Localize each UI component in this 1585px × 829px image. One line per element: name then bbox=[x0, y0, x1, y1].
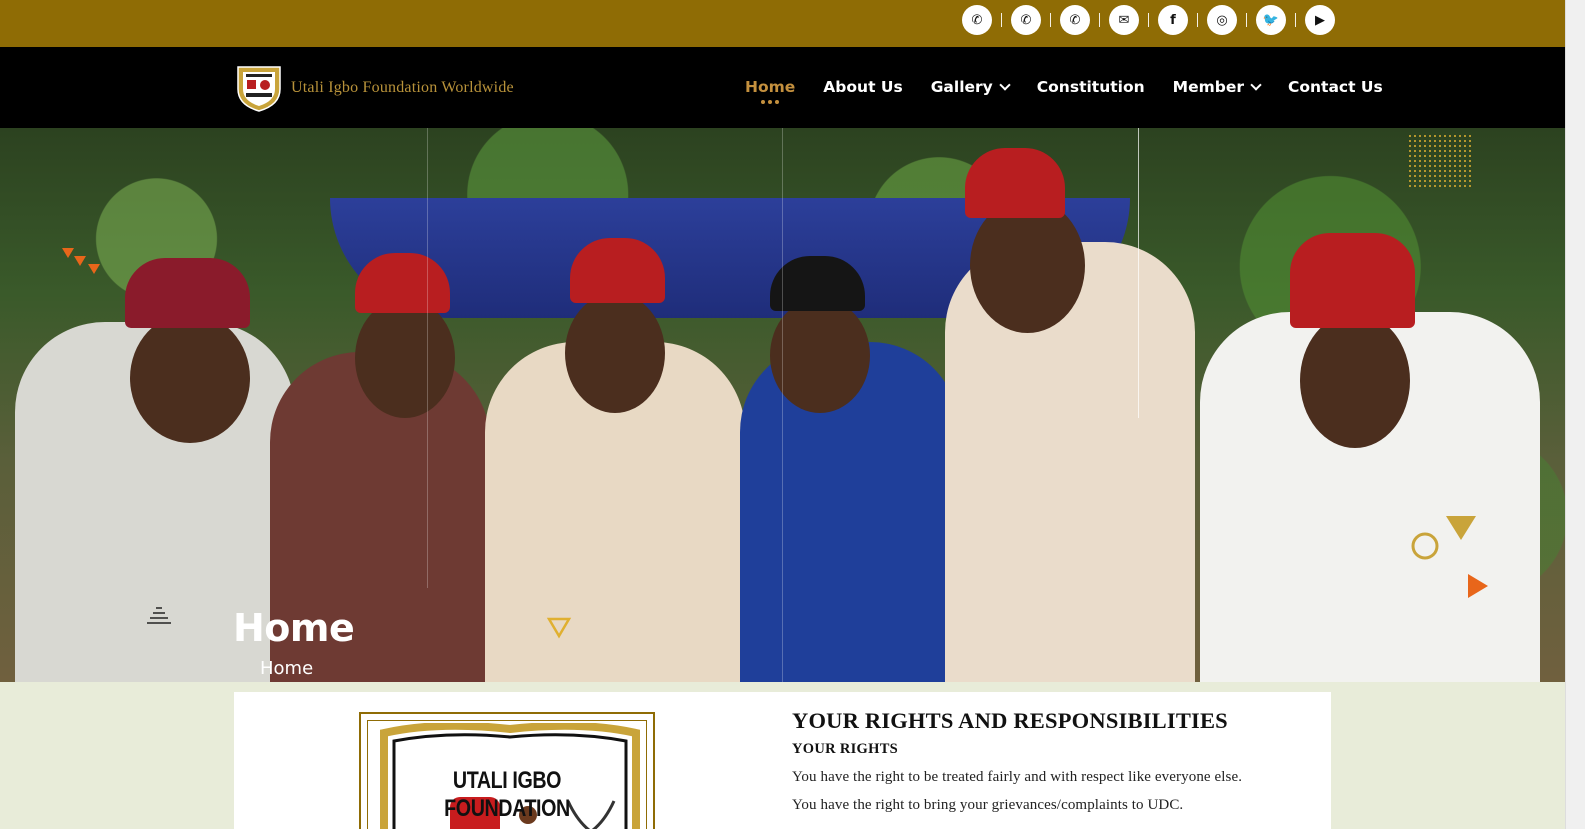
nav-item-label: Gallery bbox=[930, 78, 993, 96]
crest-text: UTALI IGBO FOUNDATION bbox=[444, 767, 570, 822]
rights-section: UTALI IGBO FOUNDATION YOUR RIGHTS AND RE… bbox=[234, 692, 1331, 829]
hero-divider bbox=[1138, 128, 1139, 418]
envelope-icon[interactable]: ✉ bbox=[1109, 5, 1139, 35]
hero-banner: Home Home bbox=[0, 128, 1565, 682]
instagram-icon[interactable]: ◎ bbox=[1207, 5, 1237, 35]
chevron-down-icon bbox=[1250, 78, 1262, 91]
social-separator bbox=[1099, 13, 1100, 27]
nav-item-member[interactable]: Member bbox=[1172, 78, 1262, 96]
nav-item-label: Member bbox=[1172, 78, 1244, 96]
phone-icon[interactable]: ✆ bbox=[1060, 5, 1090, 35]
nav-item-gallery[interactable]: Gallery bbox=[930, 78, 1011, 96]
foundation-crest-image: UTALI IGBO FOUNDATION bbox=[359, 712, 655, 829]
social-links: ✆ ✆ ✆ ✉ f ◎ 🐦 ▶ bbox=[962, 5, 1335, 35]
main-nav: Home About Us Gallery Constitution Member Con… bbox=[745, 78, 1411, 104]
phone-icon[interactable]: ✆ bbox=[962, 5, 992, 35]
foundation-logo[interactable] bbox=[234, 63, 284, 113]
social-separator bbox=[1001, 13, 1002, 27]
social-separator bbox=[1050, 13, 1051, 27]
active-indicator bbox=[761, 100, 780, 104]
nav-item-about-us[interactable]: About Us bbox=[823, 78, 902, 96]
social-link: ✆ bbox=[1011, 5, 1060, 35]
nav-item-label: About Us bbox=[823, 78, 903, 96]
nav-item-home[interactable]: Home bbox=[745, 78, 796, 104]
nav-item-label: Contact Us bbox=[1287, 78, 1383, 96]
striped-triangle-icon bbox=[147, 607, 171, 624]
hero-divider bbox=[427, 128, 428, 588]
hero-divider bbox=[782, 128, 783, 682]
nav-item-label: Home bbox=[745, 78, 796, 96]
main-header: Utali Igbo Foundation Worldwide Home Abou… bbox=[0, 47, 1565, 128]
dot-grid-icon bbox=[1408, 134, 1472, 188]
page-scrollbar[interactable] bbox=[1565, 0, 1585, 829]
social-separator bbox=[1295, 13, 1296, 27]
social-separator bbox=[1148, 13, 1149, 27]
twitter-icon[interactable]: 🐦 bbox=[1256, 5, 1286, 35]
facebook-icon[interactable]: f bbox=[1158, 5, 1188, 35]
top-bar: ✆ ✆ ✆ ✉ f ◎ 🐦 ▶ bbox=[0, 0, 1565, 47]
phone-icon[interactable]: ✆ bbox=[1011, 5, 1041, 35]
chevron-down-icon bbox=[999, 78, 1011, 91]
section-subtitle: YOUR RIGHTS bbox=[792, 741, 899, 757]
social-link: f bbox=[1158, 5, 1207, 35]
social-link: 🐦 bbox=[1256, 5, 1305, 35]
social-link: ✆ bbox=[962, 5, 1011, 35]
social-separator bbox=[1197, 13, 1198, 27]
section-title: YOUR RIGHTS AND RESPONSIBILITIES bbox=[792, 708, 1228, 733]
nav-item-contact-us[interactable]: Contact Us bbox=[1288, 78, 1383, 96]
breadcrumb[interactable]: Home bbox=[260, 658, 313, 679]
nav-item-constitution[interactable]: Constitution bbox=[1037, 78, 1145, 96]
outline-triangle-icon bbox=[546, 617, 572, 639]
brand-name[interactable]: Utali Igbo Foundation Worldwide bbox=[291, 79, 514, 97]
social-link: ▶ bbox=[1305, 5, 1335, 35]
rights-paragraph: You have the right to bring your grievan… bbox=[792, 797, 1184, 813]
orange-triangles-icon bbox=[62, 248, 100, 274]
rights-paragraph: You have the right to be treated fairly … bbox=[792, 769, 1243, 785]
social-link: ◎ bbox=[1207, 5, 1256, 35]
hero-shapes bbox=[1411, 516, 1488, 598]
social-link: ✉ bbox=[1109, 5, 1158, 35]
nav-item-label: Constitution bbox=[1036, 78, 1145, 96]
social-link: ✆ bbox=[1060, 5, 1109, 35]
social-separator bbox=[1246, 13, 1247, 27]
hero-title: Home bbox=[233, 606, 355, 650]
youtube-icon[interactable]: ▶ bbox=[1305, 5, 1335, 35]
